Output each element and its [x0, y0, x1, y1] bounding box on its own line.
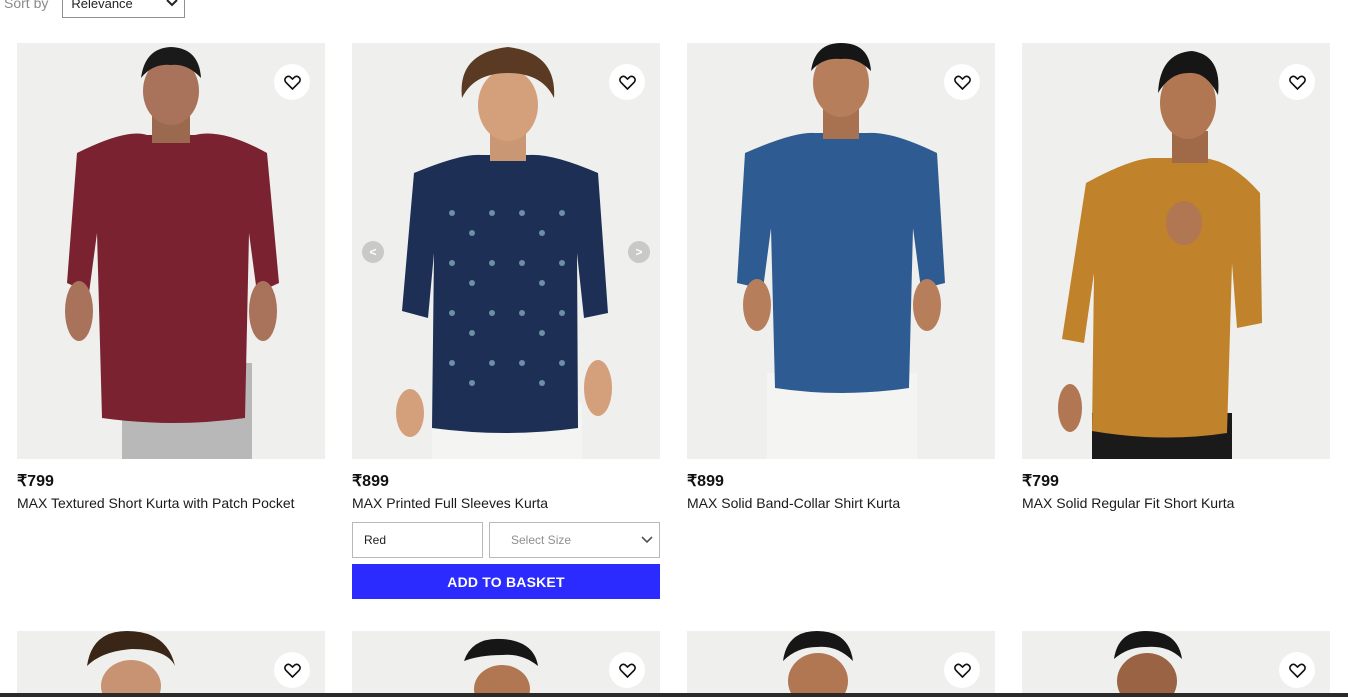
- size-select-placeholder: Select Size: [511, 533, 572, 547]
- product-image[interactable]: [352, 631, 660, 697]
- product-card[interactable]: [352, 631, 660, 697]
- product-photo: [396, 47, 612, 459]
- product-image[interactable]: [17, 43, 325, 459]
- heart-icon: [1288, 663, 1306, 678]
- heart-icon: [618, 75, 636, 90]
- product-price: ₹799: [17, 473, 54, 490]
- wishlist-button[interactable]: [1279, 652, 1315, 688]
- bottom-divider: [0, 693, 1348, 697]
- product-card[interactable]: ₹799 MAX Textured Short Kurta with Patch…: [17, 43, 325, 511]
- color-select[interactable]: Red: [352, 522, 483, 558]
- product-card[interactable]: [1022, 631, 1330, 697]
- heart-icon: [618, 663, 636, 678]
- prev-image-button[interactable]: <: [362, 241, 384, 263]
- wishlist-button[interactable]: [944, 64, 980, 100]
- next-image-button[interactable]: >: [628, 241, 650, 263]
- product-options: Red Select Size: [352, 522, 660, 558]
- wishlist-button[interactable]: [1279, 64, 1315, 100]
- product-title[interactable]: MAX Textured Short Kurta with Patch Pock…: [17, 495, 325, 511]
- product-photo: [65, 47, 279, 459]
- product-image[interactable]: [687, 631, 995, 697]
- sort-select-value: Relevance: [71, 0, 133, 11]
- product-card[interactable]: ₹899 MAX Solid Band-Collar Shirt Kurta: [687, 43, 995, 511]
- heart-icon: [283, 75, 301, 90]
- product-price: ₹899: [687, 473, 724, 490]
- chevron-down-icon: [166, 0, 179, 7]
- product-title[interactable]: MAX Solid Regular Fit Short Kurta: [1022, 495, 1330, 511]
- heart-icon: [953, 75, 971, 90]
- product-image[interactable]: [1022, 631, 1330, 697]
- product-title[interactable]: MAX Solid Band-Collar Shirt Kurta: [687, 495, 995, 511]
- heart-icon: [1288, 75, 1306, 90]
- add-to-basket-button[interactable]: ADD TO BASKET: [352, 564, 660, 599]
- chevron-down-icon: [641, 536, 653, 544]
- wishlist-button[interactable]: [274, 64, 310, 100]
- product-photo: [1058, 51, 1262, 459]
- product-image[interactable]: < >: [352, 43, 660, 459]
- wishlist-button[interactable]: [944, 652, 980, 688]
- product-card[interactable]: [687, 631, 995, 697]
- product-title[interactable]: MAX Printed Full Sleeves Kurta: [352, 495, 660, 511]
- product-image[interactable]: [687, 43, 995, 459]
- product-image[interactable]: [1022, 43, 1330, 459]
- sort-bar: Sort by Relevance: [0, 0, 186, 18]
- product-photo: [737, 43, 945, 459]
- sort-select[interactable]: Relevance: [62, 0, 186, 18]
- product-card[interactable]: ₹799 MAX Solid Regular Fit Short Kurta: [1022, 43, 1330, 511]
- product-price: ₹899: [352, 473, 389, 490]
- sort-label: Sort by: [4, 0, 49, 11]
- heart-icon: [953, 663, 971, 678]
- size-select[interactable]: Select Size: [489, 522, 660, 558]
- product-price: ₹799: [1022, 473, 1059, 490]
- product-card[interactable]: [17, 631, 325, 697]
- product-card[interactable]: < > ₹899 MAX Printed Full Sleeves Kurta …: [352, 43, 660, 599]
- wishlist-button[interactable]: [609, 64, 645, 100]
- heart-icon: [283, 663, 301, 678]
- wishlist-button[interactable]: [274, 652, 310, 688]
- product-image[interactable]: [17, 631, 325, 697]
- wishlist-button[interactable]: [609, 652, 645, 688]
